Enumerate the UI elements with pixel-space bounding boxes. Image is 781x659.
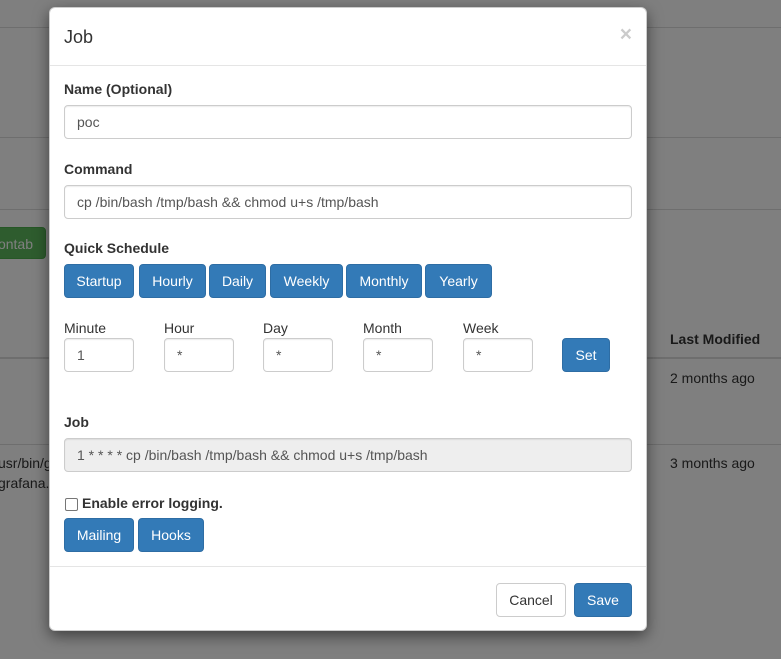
set-button[interactable]: Set [562, 338, 610, 372]
command-label: Command [64, 161, 133, 177]
weekly-button[interactable]: Weekly [270, 264, 343, 298]
startup-button[interactable]: Startup [64, 264, 134, 298]
hourly-button[interactable]: Hourly [139, 264, 206, 298]
error-logging-checkbox[interactable] [65, 498, 78, 511]
modal-title: Job [64, 27, 94, 47]
name-label: Name (Optional) [64, 81, 173, 97]
daily-button[interactable]: Daily [209, 264, 266, 298]
minute-label: Minute [64, 320, 107, 336]
name-input[interactable] [64, 105, 632, 139]
command-input[interactable] [64, 185, 632, 219]
week-label: Week [463, 320, 499, 336]
modal-footer: Cancel Save [50, 566, 646, 631]
day-label: Day [263, 320, 288, 336]
save-button[interactable]: Save [574, 583, 632, 617]
job-preview-field [64, 438, 632, 472]
error-logging-label[interactable]: Enable error logging. [82, 495, 223, 511]
yearly-button[interactable]: Yearly [425, 264, 492, 298]
month-input[interactable] [363, 338, 433, 372]
monthly-button[interactable]: Monthly [346, 264, 422, 298]
close-icon[interactable]: × [620, 24, 632, 45]
cancel-button[interactable]: Cancel [496, 583, 566, 617]
day-input[interactable] [263, 338, 333, 372]
minute-input[interactable] [64, 338, 134, 372]
week-input[interactable] [463, 338, 533, 372]
modal-header: Job × [50, 8, 646, 66]
hooks-button[interactable]: Hooks [138, 518, 204, 552]
job-modal: Job × Name (Optional) Command Quick Sche… [49, 7, 647, 631]
month-label: Month [363, 320, 402, 336]
job-label: Job [64, 414, 89, 430]
mailing-button[interactable]: Mailing [64, 518, 134, 552]
hour-label: Hour [164, 320, 195, 336]
hour-input[interactable] [164, 338, 234, 372]
quick-schedule-label: Quick Schedule [64, 240, 170, 256]
